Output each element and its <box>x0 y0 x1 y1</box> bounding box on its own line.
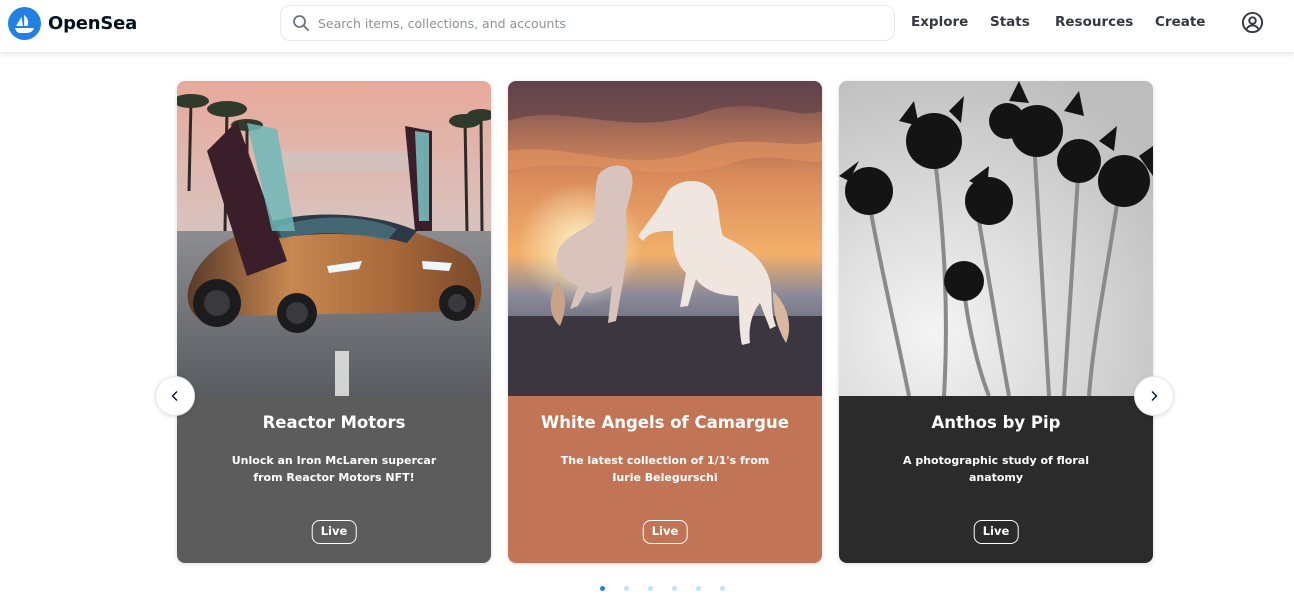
brand-name: OpenSea <box>48 12 138 34</box>
carousel-next-button[interactable] <box>1134 376 1174 416</box>
opensea-logo-icon <box>8 6 41 40</box>
search-bar[interactable] <box>280 5 895 41</box>
pagination-dot[interactable] <box>600 586 605 591</box>
pagination-dot[interactable] <box>648 586 653 591</box>
card-body: Reactor Motors Unlock an Iron McLaren su… <box>177 396 491 563</box>
card-description: A photographic study of floral anatomy <box>903 454 1089 484</box>
nav-stats[interactable]: Stats <box>990 14 1030 30</box>
live-badge: Live <box>311 520 357 544</box>
search-input[interactable] <box>318 8 894 38</box>
live-badge: Live <box>973 520 1019 544</box>
card-title: Reactor Motors <box>262 413 406 432</box>
card-body: Anthos by Pip A photographic study of fl… <box>839 396 1153 563</box>
collection-card-reactor-motors[interactable]: Reactor Motors Unlock an Iron McLaren su… <box>177 81 491 563</box>
nav-resources[interactable]: Resources <box>1055 14 1133 30</box>
pagination-dot[interactable] <box>624 586 629 591</box>
chevron-right-icon <box>1148 387 1160 406</box>
chevron-left-icon <box>169 387 181 406</box>
card-image-supercar <box>177 81 491 396</box>
collection-card-white-angels-of-camargue[interactable]: White Angels of Camargue The latest coll… <box>508 81 822 563</box>
card-body: White Angels of Camargue The latest coll… <box>508 396 822 563</box>
card-image-flowers <box>839 81 1153 397</box>
pagination-dot[interactable] <box>672 586 677 591</box>
card-title: Anthos by Pip <box>931 413 1061 432</box>
search-icon <box>292 14 310 32</box>
card-image-horses <box>508 81 822 396</box>
card-title: White Angels of Camargue <box>541 413 789 432</box>
nav-create[interactable]: Create <box>1155 14 1205 30</box>
live-badge: Live <box>642 520 688 544</box>
collection-card-anthos-by-pip[interactable]: Anthos by Pip A photographic study of fl… <box>839 81 1153 563</box>
card-description: The latest collection of 1/1's from Iuri… <box>560 454 770 484</box>
card-description: Unlock an Iron McLaren supercar from Rea… <box>231 454 437 484</box>
nav-explore[interactable]: Explore <box>911 14 968 30</box>
pagination-dot[interactable] <box>696 586 701 591</box>
top-header: OpenSea Explore Stats Resources Create <box>0 0 1294 52</box>
pagination-dot[interactable] <box>720 586 725 591</box>
opensea-home-link[interactable]: OpenSea <box>8 6 137 40</box>
carousel-prev-button[interactable] <box>155 376 195 416</box>
account-icon[interactable] <box>1241 11 1264 34</box>
